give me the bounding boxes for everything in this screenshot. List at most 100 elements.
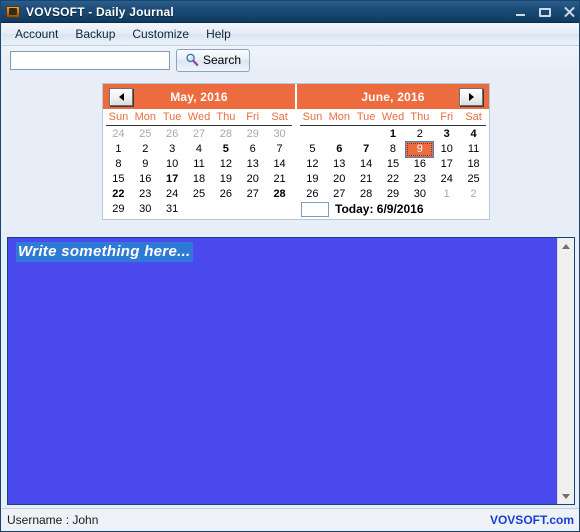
calendar-day[interactable]: 2 (132, 142, 159, 157)
calendar-day[interactable]: 25 (132, 127, 159, 142)
search-input[interactable] (10, 51, 170, 70)
calendar-day[interactable]: 30 (266, 127, 293, 142)
window-title: VOVSOFT - Daily Journal (26, 5, 174, 19)
calendar-day[interactable]: 11 (460, 142, 487, 157)
calendar-day[interactable]: 5 (212, 142, 239, 157)
calendar-day[interactable]: 18 (186, 172, 213, 187)
arrow-right-icon (469, 93, 474, 101)
calendar-day[interactable]: 19 (299, 172, 326, 187)
calendar-month-june: June, 2016 Sun Mon Tue Wed Thu Fri Sat 1… (297, 84, 489, 219)
calendar-day[interactable]: 24 (105, 127, 132, 142)
calendar-day[interactable]: 14 (266, 157, 293, 172)
day-name-thu: Thu (406, 110, 433, 125)
calendar-day[interactable]: 20 (326, 172, 353, 187)
calendar-day[interactable]: 19 (212, 172, 239, 187)
calendar-day[interactable]: 4 (460, 127, 487, 142)
day-name-tue: Tue (353, 110, 380, 125)
calendar-day[interactable]: 31 (159, 202, 186, 217)
menu-item-account[interactable]: Account (7, 24, 67, 44)
calendar-day[interactable]: 13 (326, 157, 353, 172)
calendar-day[interactable]: 21 (353, 172, 380, 187)
menu-item-backup[interactable]: Backup (67, 24, 124, 44)
calendar-day[interactable]: 9 (132, 157, 159, 172)
day-name-sat: Sat (460, 110, 487, 125)
day-name-sat: Sat (266, 110, 293, 125)
magnifier-icon (185, 53, 199, 67)
calendar-day[interactable]: 24 (159, 187, 186, 202)
calendar-day[interactable]: 1 (105, 142, 132, 157)
status-brand: VOVSOFT.com (490, 513, 574, 527)
today-swatch (301, 202, 329, 217)
day-name-thu: Thu (212, 110, 239, 125)
calendar-day[interactable]: 12 (299, 157, 326, 172)
days-grid-may: 2425262728293012345678910111213141516171… (103, 126, 295, 219)
calendar-day[interactable]: 13 (239, 157, 266, 172)
calendar-day[interactable]: 26 (212, 187, 239, 202)
calendar-day[interactable]: 27 (239, 187, 266, 202)
calendar-day[interactable]: 21 (266, 172, 293, 187)
menu-item-customize[interactable]: Customize (124, 24, 198, 44)
calendar-day[interactable]: 16 (132, 172, 159, 187)
day-names-row-may: Sun Mon Tue Wed Thu Fri Sat (103, 109, 295, 125)
calendar-day[interactable]: 25 (186, 187, 213, 202)
calendar-day[interactable]: 20 (239, 172, 266, 187)
calendar-day[interactable]: 27 (186, 127, 213, 142)
calendar-day[interactable]: 18 (460, 157, 487, 172)
calendar-widget: May, 2016 Sun Mon Tue Wed Thu Fri Sat 24… (102, 83, 490, 220)
calendar-day[interactable]: 29 (239, 127, 266, 142)
month-title-may: May, 2016 (170, 90, 228, 104)
calendar-day[interactable]: 14 (353, 157, 380, 172)
menu-item-help[interactable]: Help (198, 24, 240, 44)
scroll-down-button[interactable] (558, 488, 574, 504)
day-name-fri: Fri (239, 110, 266, 125)
next-month-button[interactable] (459, 88, 483, 106)
calendar-day[interactable]: 5 (299, 142, 326, 157)
calendar-day[interactable]: 15 (380, 157, 407, 172)
calendar-day[interactable]: 1 (380, 127, 407, 142)
app-window: VOVSOFT - Daily Journal Account Backup C… (0, 0, 580, 532)
calendar-day[interactable]: 6 (326, 142, 353, 157)
calendar-day[interactable]: 30 (132, 202, 159, 217)
calendar-day[interactable]: 7 (266, 142, 293, 157)
calendar-day[interactable]: 15 (105, 172, 132, 187)
close-button[interactable] (561, 4, 577, 20)
minimize-button[interactable] (513, 4, 529, 20)
menu-bar: Account Backup Customize Help (2, 23, 580, 46)
calendar-day[interactable]: 16 (406, 157, 433, 172)
calendar-day[interactable]: 10 (433, 142, 460, 157)
day-name-sun: Sun (105, 110, 132, 125)
calendar-day[interactable]: 23 (406, 172, 433, 187)
calendar-day[interactable]: 25 (460, 172, 487, 187)
calendar-day[interactable]: 28 (266, 187, 293, 202)
editor-text-area[interactable]: Write something here... (8, 238, 557, 504)
calendar-day[interactable]: 22 (105, 187, 132, 202)
calendar-day[interactable]: 22 (380, 172, 407, 187)
calendar-day[interactable]: 28 (212, 127, 239, 142)
calendar-day[interactable]: 7 (353, 142, 380, 157)
calendar-day[interactable]: 24 (433, 172, 460, 187)
calendar-day[interactable]: 23 (132, 187, 159, 202)
calendar-day[interactable]: 17 (159, 172, 186, 187)
calendar-day[interactable]: 4 (186, 142, 213, 157)
calendar-day[interactable]: 17 (433, 157, 460, 172)
month-header-june: June, 2016 (297, 84, 489, 109)
calendar-day[interactable]: 12 (212, 157, 239, 172)
journal-editor[interactable]: Write something here... (7, 237, 575, 505)
calendar-day[interactable]: 8 (380, 142, 407, 157)
search-button[interactable]: Search (176, 49, 250, 72)
calendar-day[interactable]: 8 (105, 157, 132, 172)
calendar-day[interactable]: 11 (186, 157, 213, 172)
editor-selected-text[interactable]: Write something here... (16, 242, 193, 262)
calendar-day[interactable]: 9 (406, 142, 433, 157)
calendar-day[interactable]: 6 (239, 142, 266, 157)
calendar-day[interactable]: 10 (159, 157, 186, 172)
maximize-button[interactable] (537, 4, 553, 20)
editor-vertical-scrollbar[interactable] (557, 238, 574, 504)
calendar-day[interactable]: 26 (159, 127, 186, 142)
prev-month-button[interactable] (109, 88, 133, 106)
calendar-day[interactable]: 29 (105, 202, 132, 217)
calendar-day[interactable]: 2 (406, 127, 433, 142)
calendar-day[interactable]: 3 (159, 142, 186, 157)
scroll-up-button[interactable] (558, 238, 574, 254)
calendar-day[interactable]: 3 (433, 127, 460, 142)
